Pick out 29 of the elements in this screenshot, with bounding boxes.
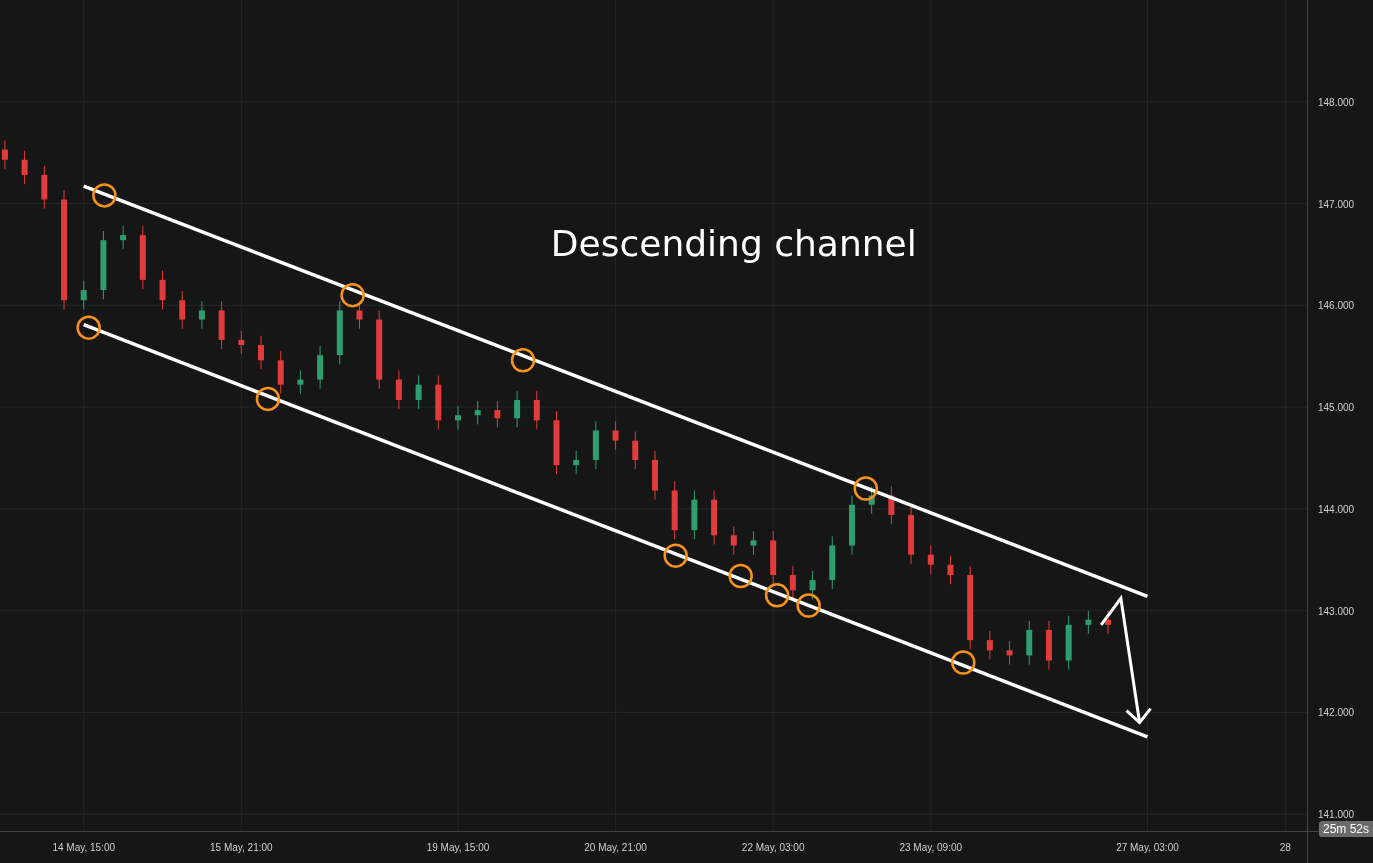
time-axis-label: 28 — [1279, 842, 1291, 853]
price-axis-label: 144.000 — [1318, 503, 1355, 515]
time-axis-label: 27 May, 03:00 — [1116, 842, 1179, 853]
price-axis-label: 146.000 — [1318, 299, 1355, 311]
time-axis-label: 19 May, 15:00 — [426, 842, 490, 853]
touch-point-marker — [951, 650, 976, 675]
touch-point-marker — [796, 593, 821, 618]
price-axis-label: 145.000 — [1318, 401, 1355, 413]
touch-point-marker — [728, 563, 753, 589]
time-axis-label: 15 May, 21:00 — [210, 842, 273, 853]
time-axis-label: 23 May, 09:00 — [899, 842, 963, 853]
touch-point-marker — [764, 583, 790, 608]
countdown-badge: 25m 52s — [1318, 821, 1373, 837]
time-axis-label: 22 May, 03:00 — [741, 842, 805, 853]
touch-point-marker — [76, 315, 101, 340]
price-axis-label: 148.000 — [1318, 96, 1355, 108]
time-axis-label: 14 May, 15:00 — [52, 842, 116, 853]
touch-point-marker — [663, 543, 688, 568]
touch-point-marker — [92, 183, 117, 208]
touch-point-marker — [255, 386, 281, 412]
chart-annotation: Descending channel — [550, 223, 917, 265]
touch-point-marker — [853, 476, 878, 501]
price-axis-label: 143.000 — [1318, 605, 1355, 617]
price-axis-label: 142.000 — [1318, 706, 1355, 718]
price-axis-label: 147.000 — [1318, 198, 1355, 210]
touch-point-marker — [510, 348, 536, 373]
touch-point-marker — [340, 282, 365, 308]
price-axis-label: 141.000 — [1318, 808, 1355, 820]
time-axis-label: 20 May, 21:00 — [584, 842, 647, 853]
